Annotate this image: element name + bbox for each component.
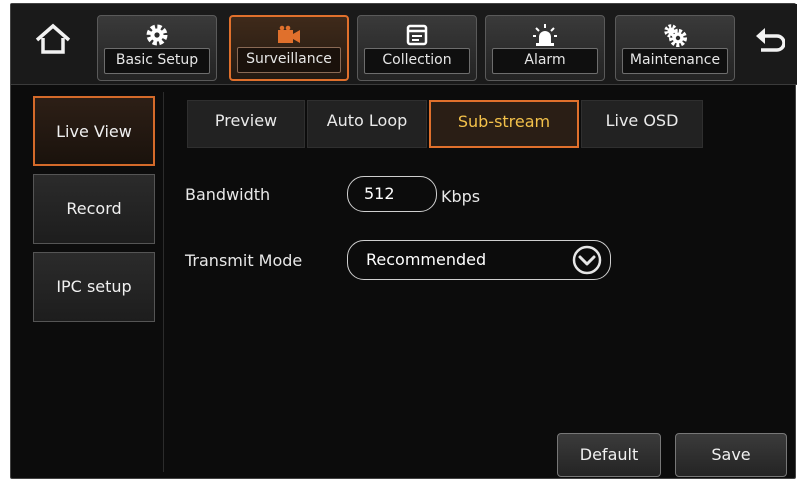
- tab-label: Collection: [364, 48, 470, 74]
- sidebar-item-label: Live View: [56, 122, 132, 141]
- top-nav-bar: Basic Setup Surveillance Collection Alar…: [11, 4, 797, 85]
- back-button[interactable]: [753, 24, 786, 58]
- tab-label: Surveillance: [237, 47, 341, 73]
- subtab-live-osd[interactable]: Live OSD: [581, 100, 703, 148]
- subtab-sub-stream[interactable]: Sub-stream: [429, 100, 579, 148]
- tab-label: Basic Setup: [104, 48, 210, 74]
- home-icon: [35, 23, 71, 54]
- subtab-label: Live OSD: [605, 111, 679, 130]
- subtab-label: Sub-stream: [457, 112, 551, 131]
- bandwidth-label: Bandwidth: [185, 185, 271, 204]
- tab-label: Maintenance: [622, 48, 728, 74]
- bandwidth-value: 512: [364, 184, 395, 203]
- subtab-auto-loop[interactable]: Auto Loop: [307, 100, 427, 148]
- tab-maintenance[interactable]: Maintenance: [615, 15, 735, 81]
- sidebar-item-label: IPC setup: [56, 277, 132, 296]
- gears-icon: [664, 24, 687, 47]
- sidebar-divider: [163, 92, 164, 472]
- video-camera-icon: [278, 25, 300, 43]
- chevron-down-icon[interactable]: [571, 244, 603, 276]
- calendar-icon: [406, 24, 428, 46]
- transmit-mode-value: Recommended: [366, 250, 487, 269]
- subtab-preview[interactable]: Preview: [187, 100, 305, 148]
- save-button-label: Save: [711, 445, 751, 464]
- transmit-mode-label: Transmit Mode: [185, 251, 303, 270]
- tab-surveillance[interactable]: Surveillance: [229, 15, 349, 81]
- save-button[interactable]: Save: [675, 433, 787, 477]
- subtab-label: Preview: [214, 111, 278, 130]
- default-button[interactable]: Default: [557, 433, 661, 477]
- alarm-light-icon: [533, 24, 557, 46]
- sidebar-item-live-view[interactable]: Live View: [33, 96, 155, 166]
- gear-icon: [146, 24, 168, 46]
- tab-basic-setup[interactable]: Basic Setup: [97, 15, 217, 81]
- sidebar-item-label: Record: [66, 199, 122, 218]
- dvr-settings-window: Basic Setup Surveillance Collection Alar…: [10, 3, 797, 479]
- tab-alarm[interactable]: Alarm: [485, 15, 605, 81]
- subtab-label: Auto Loop: [326, 111, 408, 130]
- sidebar-item-ipc-setup[interactable]: IPC setup: [33, 252, 155, 322]
- bandwidth-input[interactable]: 512: [347, 176, 437, 212]
- home-button[interactable]: [33, 22, 73, 58]
- sidebar-item-record[interactable]: Record: [33, 174, 155, 244]
- default-button-label: Default: [579, 445, 639, 464]
- bandwidth-unit: Kbps: [441, 187, 481, 206]
- tab-label: Alarm: [492, 48, 598, 74]
- back-arrow-icon: [756, 28, 786, 52]
- tab-collection[interactable]: Collection: [357, 15, 477, 81]
